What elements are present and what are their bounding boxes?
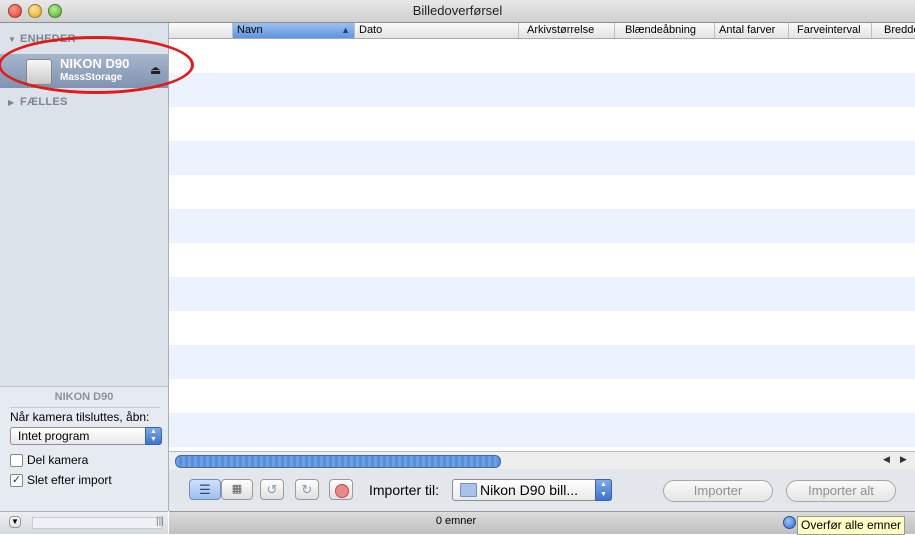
transfer-icon[interactable] bbox=[783, 516, 796, 529]
table-row bbox=[169, 39, 915, 73]
sidebar-footer: ▼ ||| bbox=[0, 511, 168, 534]
divider bbox=[10, 407, 160, 408]
table-row bbox=[169, 73, 915, 107]
table-row bbox=[169, 379, 915, 413]
share-camera-checkbox[interactable] bbox=[10, 454, 23, 467]
import-all-button[interactable]: Importer alt bbox=[786, 480, 896, 502]
shared-header: FÆLLES bbox=[20, 96, 68, 108]
column-header-name-label: Navn bbox=[237, 24, 263, 36]
delete-after-import-checkbox[interactable]: ✓ bbox=[10, 474, 23, 487]
column-header-date[interactable]: Dato bbox=[355, 23, 519, 38]
sidebar-item-nikon-d90[interactable]: NIKON D90 MassStorage ⏏ bbox=[0, 54, 168, 88]
window-title: Billedoverførsel bbox=[412, 3, 503, 18]
device-name: NIKON D90 bbox=[60, 56, 130, 71]
table-row bbox=[169, 345, 915, 379]
panel-title: NIKON D90 bbox=[54, 391, 114, 403]
table-row bbox=[169, 141, 915, 175]
table-header: Navn ▲ Dato Arkivstørrelse Blændeåbning … bbox=[169, 23, 915, 39]
sort-ascending-icon: ▲ bbox=[341, 25, 350, 35]
table-row bbox=[169, 175, 915, 209]
delete-icon-circle bbox=[335, 484, 349, 498]
table-row bbox=[169, 107, 915, 141]
disclosure-open-icon[interactable]: ▼ bbox=[8, 35, 16, 44]
import-destination-value: Nikon D90 bill... bbox=[480, 482, 579, 498]
list-view-icon[interactable]: ☰ bbox=[189, 479, 221, 500]
column-header-name[interactable]: Navn ▲ bbox=[233, 23, 355, 38]
open-program-value: Intet program bbox=[18, 429, 90, 443]
devices-header: ENHEDER bbox=[20, 33, 76, 45]
table-row bbox=[169, 413, 915, 447]
column-header-file-size[interactable]: Arkivstørrelse bbox=[519, 23, 615, 38]
scroll-left-icon[interactable]: ◀ bbox=[883, 454, 890, 465]
column-header-width[interactable]: Bredde bbox=[872, 23, 915, 38]
eject-icon[interactable]: ⏏ bbox=[150, 63, 161, 77]
scroll-right-icon[interactable]: ▶ bbox=[900, 454, 907, 465]
table-row bbox=[169, 209, 915, 243]
disclosure-closed-icon[interactable]: ▶ bbox=[8, 98, 14, 107]
column-header-color-space[interactable]: Farveinterval bbox=[789, 23, 872, 38]
title-bar: Billedoverførsel bbox=[0, 0, 915, 23]
camera-settings-panel: NIKON D90 Når kamera tilsluttes, åbn: In… bbox=[0, 386, 168, 512]
file-list[interactable] bbox=[169, 39, 915, 481]
column-header-blank[interactable] bbox=[169, 23, 233, 38]
import-destination-select[interactable]: Nikon D90 bill... ▲ ▼ bbox=[452, 479, 612, 501]
grid-view-icon[interactable]: ▦ bbox=[221, 479, 253, 500]
import-to-label: Importer til: bbox=[369, 482, 440, 498]
delete-icon[interactable] bbox=[329, 479, 353, 500]
open-program-select[interactable]: Intet program ▲ ▼ bbox=[10, 427, 162, 445]
folder-icon bbox=[460, 483, 477, 497]
drive-icon bbox=[26, 59, 52, 85]
table-row bbox=[169, 277, 915, 311]
sidebar-resize-bar[interactable] bbox=[32, 517, 162, 529]
updown-arrows-icon: ▲ ▼ bbox=[145, 427, 162, 445]
rotate-left-icon[interactable]: ↺ bbox=[260, 479, 284, 500]
updown-arrows-icon: ▲ ▼ bbox=[595, 479, 612, 501]
sidebar-menu-button[interactable]: ▼ bbox=[9, 516, 21, 528]
table-row bbox=[169, 243, 915, 277]
sidebar: ▼ ENHEDER NIKON D90 MassStorage ⏏ ▶ FÆLL… bbox=[0, 23, 169, 512]
horizontal-scrollbar[interactable]: ◀ ▶ bbox=[169, 451, 915, 469]
import-button[interactable]: Importer bbox=[663, 480, 773, 502]
tooltip: Overfør alle emner bbox=[797, 516, 906, 535]
delete-after-import-label: Slet efter import bbox=[27, 473, 112, 487]
bottom-toolbar: ☰ ▦ ↺ ↻ Importer til: Nikon D90 bill... … bbox=[169, 469, 915, 511]
column-header-color-count[interactable]: Antal farver bbox=[715, 23, 789, 38]
rotate-right-icon[interactable]: ↻ bbox=[295, 479, 319, 500]
column-header-aperture[interactable]: Blændeåbning bbox=[615, 23, 715, 38]
share-camera-label: Del kamera bbox=[27, 453, 89, 467]
device-type: MassStorage bbox=[60, 72, 123, 83]
item-count: 0 emner bbox=[435, 515, 477, 527]
table-row bbox=[169, 311, 915, 345]
resize-handle-icon[interactable]: ||| bbox=[156, 516, 164, 527]
open-label: Når kamera tilsluttes, åbn: bbox=[10, 410, 150, 424]
scrollbar-thumb[interactable] bbox=[175, 455, 501, 468]
